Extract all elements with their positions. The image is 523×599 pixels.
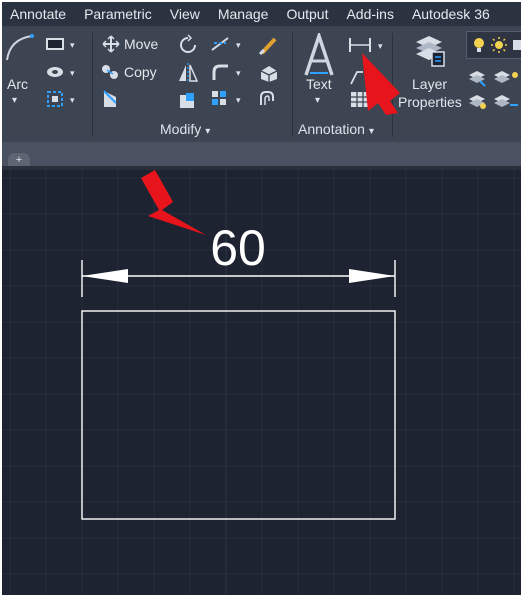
offset-button[interactable] bbox=[258, 89, 280, 109]
tab-output[interactable]: Output bbox=[277, 6, 337, 22]
stretch-button[interactable] bbox=[101, 89, 121, 109]
rotate-icon bbox=[180, 34, 196, 53]
erase-icon bbox=[258, 37, 277, 56]
annotation-panel-label: Annotation bbox=[298, 121, 365, 137]
modify-panel-caret-icon: ▾ bbox=[205, 126, 211, 137]
copy-icon bbox=[102, 65, 118, 79]
mirror-button[interactable] bbox=[177, 63, 199, 83]
arc-button[interactable] bbox=[4, 33, 34, 63]
drawing-canvas[interactable]: 60 bbox=[2, 170, 521, 595]
tab-autodesk-360[interactable]: Autodesk 36 bbox=[403, 6, 499, 22]
hatch-icon: ▾ bbox=[47, 67, 75, 78]
move-button[interactable]: Move bbox=[100, 35, 158, 53]
copy-label: Copy bbox=[124, 64, 157, 80]
autocad-window: Annotate Parametric View Manage Output A… bbox=[2, 2, 521, 595]
erase-button[interactable] bbox=[258, 34, 280, 56]
explode-button[interactable] bbox=[258, 63, 280, 83]
fillet-icon: ▾ bbox=[212, 64, 241, 80]
svg-text:▾: ▾ bbox=[236, 68, 241, 78]
modify-panel-label: Modify bbox=[160, 121, 202, 137]
region-button[interactable]: ▾ bbox=[44, 89, 80, 109]
mirror-icon bbox=[179, 63, 199, 83]
tab-add-ins[interactable]: Add-ins bbox=[337, 6, 402, 22]
explode-icon bbox=[260, 66, 278, 82]
modify-panel-title[interactable]: Modify ▾ bbox=[160, 121, 210, 137]
region-icon: ▾ bbox=[47, 91, 75, 107]
layer-properties-button[interactable] bbox=[412, 32, 446, 68]
annotation-panel-title[interactable]: Annotation ▾ bbox=[298, 121, 374, 137]
copy-button[interactable]: Copy bbox=[100, 63, 157, 81]
move-icon bbox=[102, 35, 120, 53]
layer-label: Layer bbox=[412, 76, 448, 92]
fillet-button[interactable]: ▾ bbox=[210, 63, 246, 81]
text-dropdown-caret-icon[interactable]: ▾ bbox=[315, 95, 320, 106]
layer-state-icons bbox=[474, 37, 521, 53]
arc-icon bbox=[6, 34, 34, 61]
layer-tool-button-2[interactable] bbox=[466, 91, 521, 111]
svg-text:▾: ▾ bbox=[70, 95, 75, 105]
offset-icon bbox=[260, 91, 274, 105]
rectangle-button[interactable]: ▾ bbox=[44, 35, 80, 53]
tab-view[interactable]: View bbox=[161, 6, 209, 22]
trim-button[interactable]: ▾ bbox=[210, 35, 246, 53]
trim-icon: ▾ bbox=[211, 37, 241, 51]
tab-annotate[interactable]: Annotate bbox=[2, 6, 75, 22]
text-button[interactable] bbox=[302, 33, 336, 77]
ribbon-tab-bar: Annotate Parametric View Manage Output A… bbox=[2, 2, 521, 27]
ribbon: Arc ▾ ▾ ▾ ▾ Move Copy ▾ ▾ ▾ Modify ▾ Tex… bbox=[2, 27, 521, 142]
text-label: Text bbox=[306, 76, 332, 92]
rotate-button[interactable] bbox=[177, 34, 199, 56]
scale-button[interactable] bbox=[178, 91, 198, 109]
callout-arrow-icon bbox=[362, 53, 400, 115]
move-label: Move bbox=[124, 36, 159, 52]
layer-properties-label: Properties bbox=[398, 94, 462, 110]
layer-properties-icon bbox=[416, 36, 445, 67]
arc-label: Arc bbox=[7, 76, 28, 92]
layer-tool-button-1[interactable] bbox=[466, 67, 521, 87]
scale-icon bbox=[180, 93, 194, 108]
layer-tools-icon bbox=[469, 71, 518, 87]
svg-text:▾: ▾ bbox=[70, 40, 75, 50]
panel-separator bbox=[292, 33, 293, 137]
layer-tools-icon bbox=[469, 95, 518, 109]
svg-text:▾: ▾ bbox=[70, 68, 75, 78]
dimension-text: 60 bbox=[210, 220, 266, 276]
arc-dropdown-caret-icon[interactable]: ▾ bbox=[12, 95, 17, 106]
array-button[interactable]: ▾ bbox=[210, 89, 246, 109]
layer-state-dropdown[interactable] bbox=[466, 31, 521, 59]
svg-text:▾: ▾ bbox=[236, 40, 241, 50]
annotation-panel-caret-icon: ▾ bbox=[368, 126, 374, 137]
svg-text:▾: ▾ bbox=[236, 95, 241, 105]
array-icon: ▾ bbox=[212, 91, 241, 105]
text-icon bbox=[304, 33, 334, 76]
panel-separator bbox=[92, 33, 93, 137]
new-tab-button[interactable]: + bbox=[8, 153, 30, 167]
rectangle-icon: ▾ bbox=[46, 38, 75, 50]
tab-parametric[interactable]: Parametric bbox=[75, 6, 161, 22]
hatch-button[interactable]: ▾ bbox=[44, 63, 80, 81]
stretch-icon bbox=[103, 90, 117, 107]
tab-manage[interactable]: Manage bbox=[209, 6, 278, 22]
